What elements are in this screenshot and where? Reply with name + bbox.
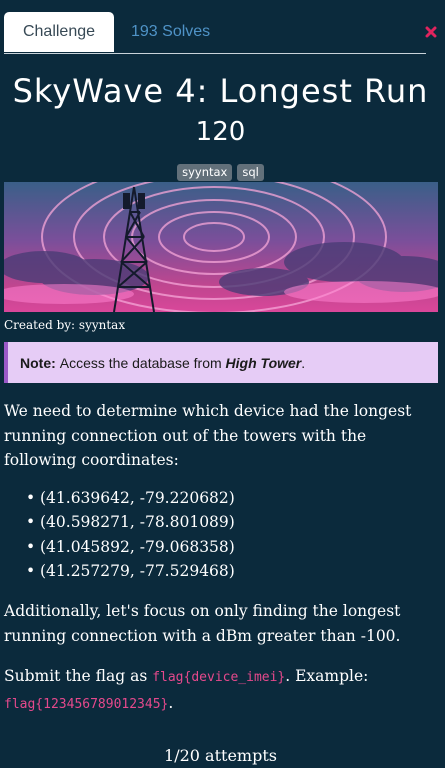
attempts-counter: 1/20 attempts <box>164 746 277 765</box>
challenge-title: SkyWave 4: Longest Run <box>12 72 429 110</box>
close-icon[interactable] <box>425 23 437 38</box>
coordinate-list: (41.639642, -79.220682) (40.598271, -78.… <box>26 486 235 583</box>
list-item: (41.257279, -77.529468) <box>26 559 235 584</box>
description-additional: Additionally, let's focus on only findin… <box>4 602 401 645</box>
tag-badge: syyntax <box>177 164 233 181</box>
list-item: (40.598271, -78.801089) <box>26 510 235 535</box>
tag-badge: sql <box>237 164 264 181</box>
note-emphasis: High Tower <box>225 354 302 371</box>
list-item: (41.045892, -79.068358) <box>26 535 235 560</box>
submit-prefix: Submit the flag as <box>4 667 153 685</box>
list-item: (41.639642, -79.220682) <box>26 486 235 511</box>
note-callout: Note: Access the database from High Towe… <box>4 342 438 383</box>
tab-challenge[interactable]: Challenge <box>4 12 114 52</box>
note-suffix: . <box>301 354 306 371</box>
tag-list: syyntax sql <box>0 164 441 181</box>
tab-solves[interactable]: 193 Solves <box>131 12 210 52</box>
example-suffix: . <box>168 693 174 712</box>
note-text: Access the database from <box>59 354 226 371</box>
tab-bar: Challenge 193 Solves <box>4 12 426 54</box>
description-intro: We need to determine which device had th… <box>4 402 412 469</box>
created-by-text: Created by: syyntax <box>4 318 126 332</box>
note-label: Note: <box>20 354 56 371</box>
example-label: . Example: <box>285 667 369 685</box>
flag-format-code: flag{device_imei} <box>152 670 286 685</box>
submit-instructions: Submit the flag as flag{device_imei}. Ex… <box>4 664 440 717</box>
challenge-value: 120 <box>195 117 246 147</box>
challenge-banner-image <box>4 182 438 312</box>
example-flag-code: flag{123456789012345} <box>4 696 169 712</box>
